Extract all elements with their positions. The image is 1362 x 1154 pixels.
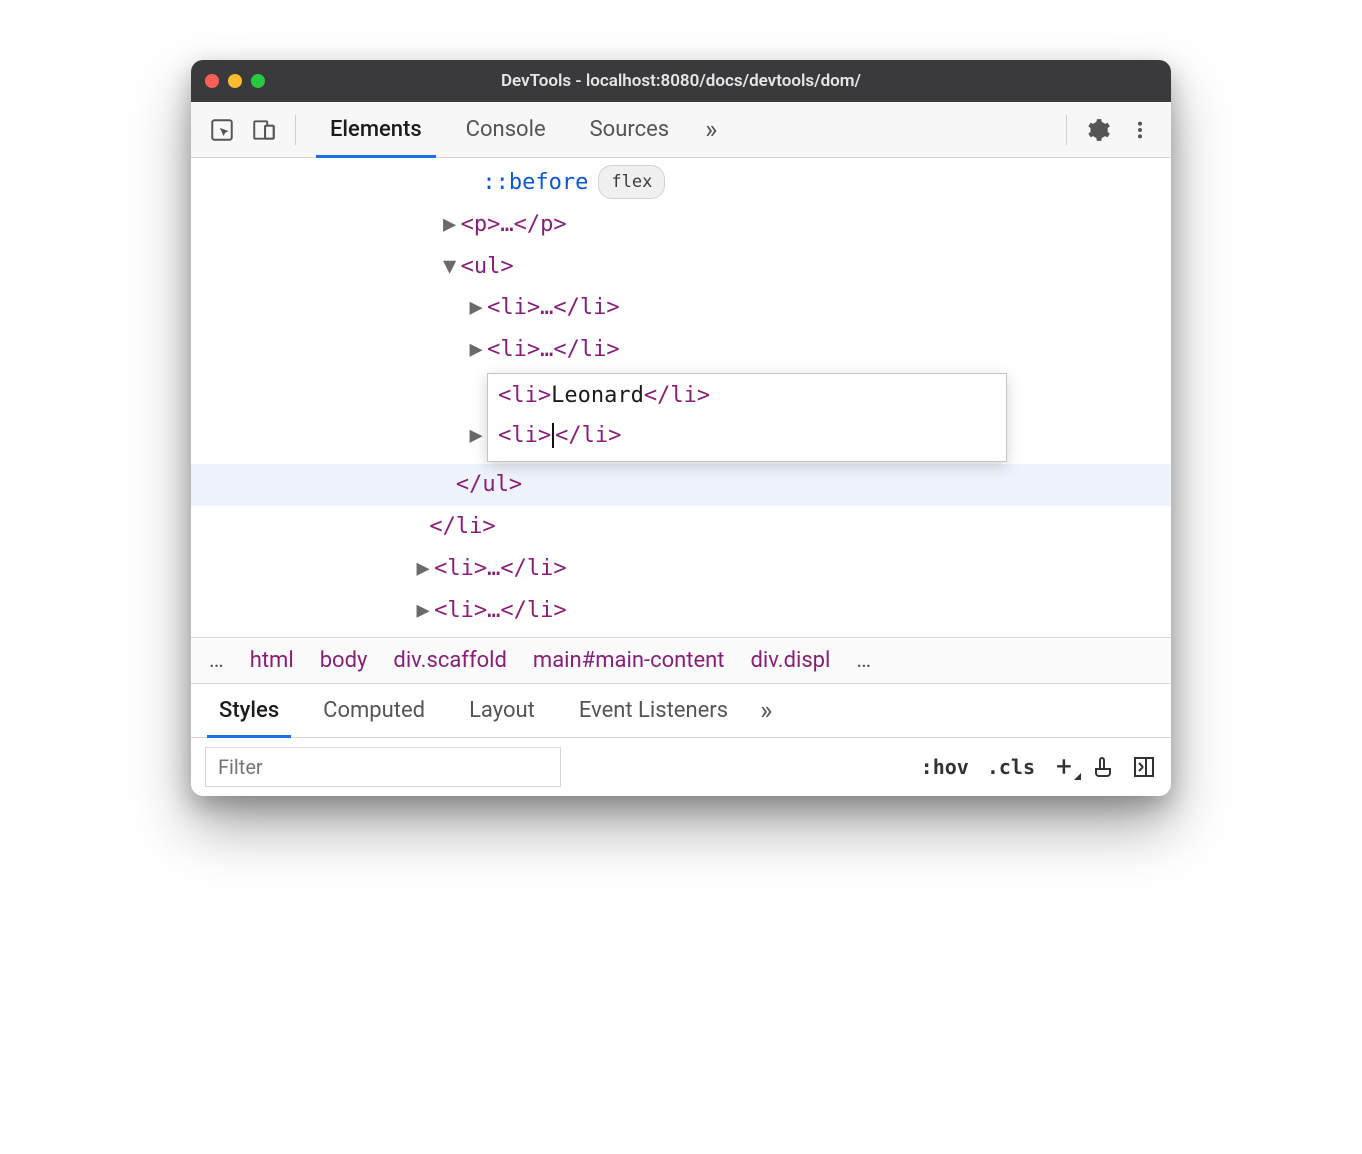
styles-filter-input[interactable] xyxy=(205,747,561,787)
subtab-computed[interactable]: Computed xyxy=(301,684,447,737)
tab-sources[interactable]: Sources xyxy=(568,102,692,157)
expand-caret-icon[interactable]: ▶ xyxy=(416,590,430,632)
li-edit-row[interactable]: ▶<li>Leonard</li><li>​</li> xyxy=(191,371,1171,464)
devtools-window: DevTools - localhost:8080/docs/devtools/… xyxy=(191,60,1171,796)
inspect-element-icon[interactable] xyxy=(203,111,241,149)
tab-console[interactable]: Console xyxy=(444,102,568,157)
breadcrumb-div-scaffold[interactable]: div.scaffold xyxy=(393,648,507,673)
elements-dom-tree[interactable]: ::before flex ▶<p>…</p> ▼<ul> ▶<li>…</li>… xyxy=(191,158,1171,637)
li-row-1[interactable]: ▶<li>…</li> xyxy=(191,287,1171,329)
li-row-2[interactable]: ▶<li>…</li> xyxy=(191,329,1171,371)
flex-badge[interactable]: flex xyxy=(598,165,665,199)
force-state-button[interactable]: :hov xyxy=(919,751,971,783)
li-row-3[interactable]: ▶<li>…</li> xyxy=(191,548,1171,590)
pseudo-before-label: ::before xyxy=(482,170,588,195)
breadcrumb-body[interactable]: body xyxy=(320,648,368,673)
styles-subtabs: Styles Computed Layout Event Listeners » xyxy=(191,684,1171,738)
new-style-rule-button[interactable]: + xyxy=(1051,754,1077,780)
toggle-computed-panel-icon[interactable] xyxy=(1131,754,1157,780)
breadcrumb-main[interactable]: main#main-content xyxy=(533,648,725,673)
close-window-button[interactable] xyxy=(205,74,219,88)
device-toolbar-icon[interactable] xyxy=(245,111,283,149)
minimize-window-button[interactable] xyxy=(228,74,242,88)
titlebar: DevTools - localhost:8080/docs/devtools/… xyxy=(191,60,1171,102)
kebab-menu-icon[interactable] xyxy=(1121,111,1159,149)
breadcrumb-div-displ[interactable]: div.displ xyxy=(751,648,831,673)
traffic-lights xyxy=(205,74,265,88)
expand-caret-icon[interactable]: ▶ xyxy=(443,204,457,246)
main-tabs: Elements Console Sources xyxy=(308,102,691,157)
pseudo-before-row[interactable]: ::before flex xyxy=(191,162,1171,204)
breadcrumb-overflow-right[interactable]: … xyxy=(856,648,871,673)
breadcrumb-overflow-left[interactable]: … xyxy=(209,648,224,673)
li-close-row[interactable]: </li> xyxy=(191,506,1171,548)
subtab-event-listeners[interactable]: Event Listeners xyxy=(557,684,750,737)
breadcrumb-html[interactable]: html xyxy=(250,648,294,673)
expand-caret-icon[interactable]: ▶ xyxy=(469,329,483,371)
main-toolbar: Elements Console Sources » xyxy=(191,102,1171,158)
paint-brush-icon[interactable] xyxy=(1091,754,1117,780)
p-collapsed-row[interactable]: ▶<p>…</p> xyxy=(191,204,1171,246)
breadcrumb: … html body div.scaffold main#main-conte… xyxy=(191,637,1171,684)
toolbar-separator-right xyxy=(1066,115,1067,145)
ul-open-row[interactable]: ▼<ul> xyxy=(191,246,1171,288)
tab-elements[interactable]: Elements xyxy=(308,102,444,157)
expand-caret-icon[interactable]: ▶ xyxy=(469,287,483,329)
toolbar-separator xyxy=(295,115,296,145)
element-classes-button[interactable]: .cls xyxy=(985,751,1037,783)
expand-caret-icon[interactable]: ▶ xyxy=(416,548,430,590)
subtab-layout[interactable]: Layout xyxy=(447,684,557,737)
ul-close-row[interactable]: </ul> xyxy=(191,464,1171,506)
maximize-window-button[interactable] xyxy=(251,74,265,88)
subtab-styles[interactable]: Styles xyxy=(197,684,301,737)
styles-toolbar: :hov .cls + xyxy=(191,738,1171,796)
html-edit-box[interactable]: <li>Leonard</li><li>​</li> xyxy=(487,373,1007,462)
window-title: DevTools - localhost:8080/docs/devtools/… xyxy=(191,71,1171,91)
more-tabs-icon[interactable]: » xyxy=(695,115,727,145)
more-subtabs-icon[interactable]: » xyxy=(750,696,782,726)
expand-caret-icon[interactable]: ▶ xyxy=(469,415,483,457)
gear-icon[interactable] xyxy=(1079,111,1117,149)
li-row-4[interactable]: ▶<li>…</li> xyxy=(191,590,1171,632)
collapse-caret-icon[interactable]: ▼ xyxy=(443,246,457,288)
